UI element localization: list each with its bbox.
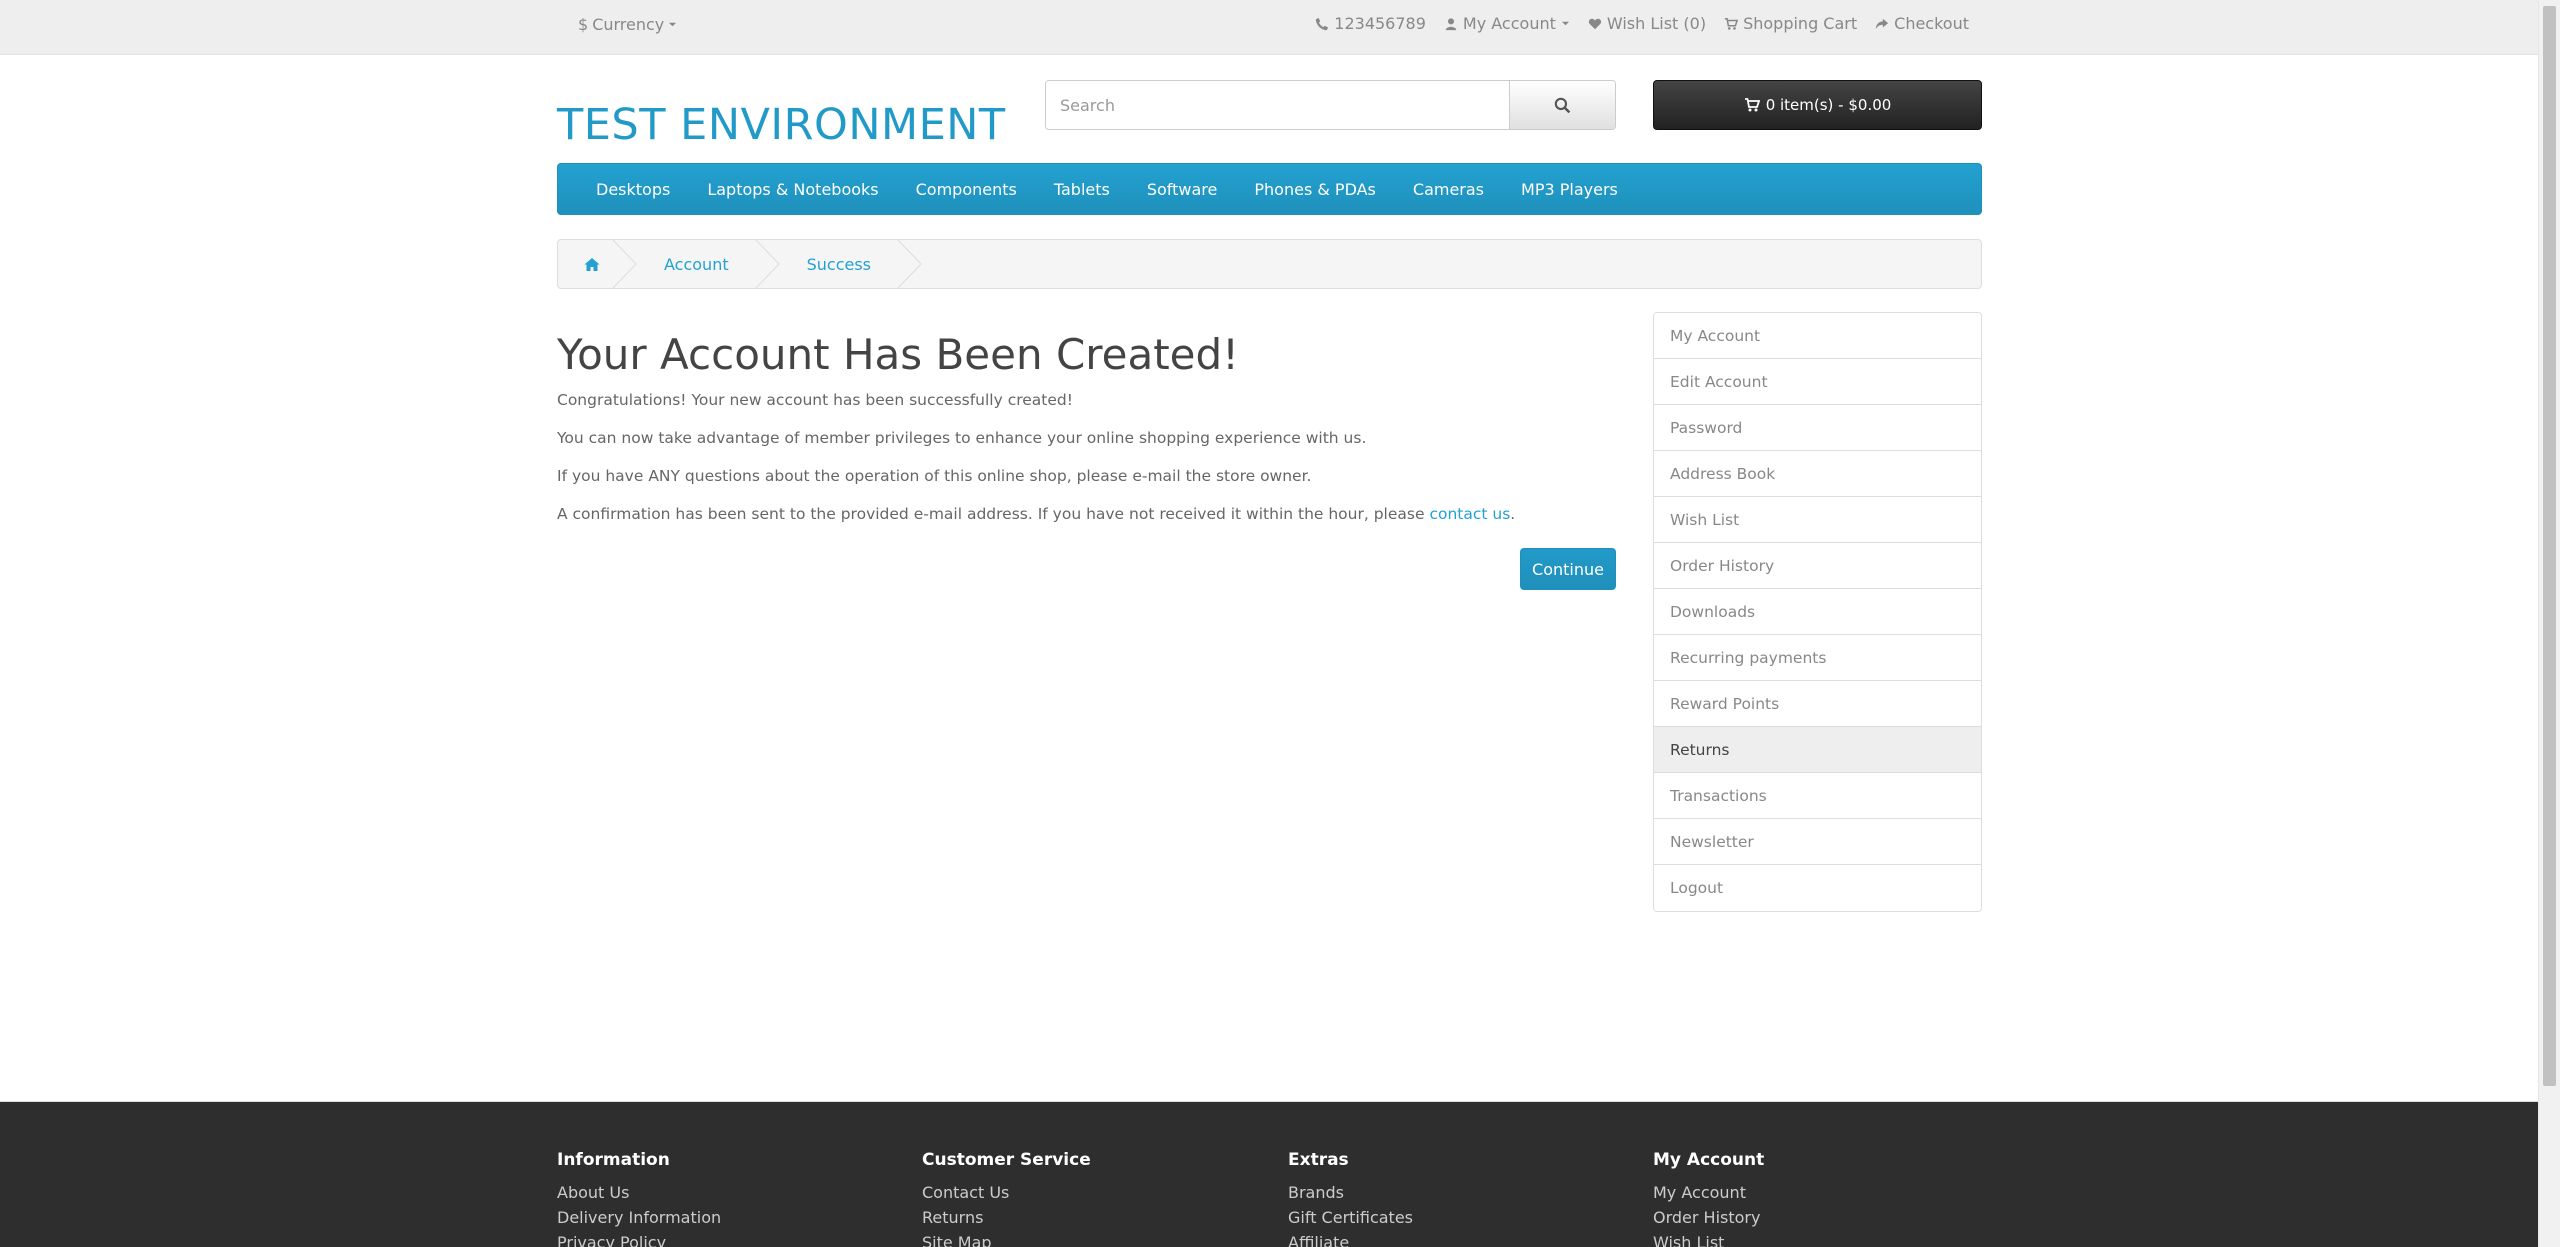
user-icon: [1445, 17, 1457, 30]
footer-link-privacy-policy[interactable]: Privacy Policy: [557, 1234, 857, 1247]
footer-link-my-account[interactable]: My Account: [1653, 1184, 1953, 1202]
sidebar-item-downloads[interactable]: Downloads: [1654, 589, 1981, 635]
search-box: [1045, 80, 1616, 130]
success-message: Congratulations! Your new account has be…: [557, 391, 1073, 409]
page-scrollbar[interactable]: [2538, 0, 2560, 1247]
breadcrumb-separator: [612, 240, 637, 288]
sidebar-item-recurring-payments[interactable]: Recurring payments: [1654, 635, 1981, 681]
menu-item-components[interactable]: Components: [916, 180, 1017, 199]
top-links: 123456789 My Account Wish List (0) Shopp…: [1315, 14, 1969, 33]
menu-item-cameras[interactable]: Cameras: [1413, 180, 1484, 199]
footer-link-order-history[interactable]: Order History: [1653, 1209, 1953, 1227]
breadcrumb-separator: [897, 240, 922, 288]
footer-heading: Information: [557, 1150, 670, 1170]
cart-button[interactable]: 0 item(s) - $0.00: [1653, 80, 1982, 130]
footer-link-about-us[interactable]: About Us: [557, 1184, 857, 1202]
top-bar: $ Currency 123456789 My Account Wish Lis…: [0, 0, 2538, 55]
my-account-label: My Account: [1462, 14, 1556, 33]
sidebar-item-returns[interactable]: Returns: [1654, 727, 1981, 773]
menu-item-phones-pdas[interactable]: Phones & PDAs: [1254, 180, 1376, 199]
menu-item-mp3-players[interactable]: MP3 Players: [1521, 180, 1618, 199]
currency-label: Currency: [592, 15, 665, 34]
sidebar-item-transactions[interactable]: Transactions: [1654, 773, 1981, 819]
breadcrumb-separator: [755, 240, 780, 288]
search-icon: [1554, 97, 1571, 113]
shopping-cart-link[interactable]: Shopping Cart: [1724, 14, 1857, 33]
store-logo[interactable]: TEST ENVIRONMENT: [557, 100, 1006, 150]
footer-link-brands[interactable]: Brands: [1288, 1184, 1588, 1202]
sidebar-item-edit-account[interactable]: Edit Account: [1654, 359, 1981, 405]
phone-icon: [1316, 17, 1329, 30]
my-account-dropdown[interactable]: My Account: [1444, 14, 1570, 33]
sidebar-item-password[interactable]: Password: [1654, 405, 1981, 451]
footer-column-customer-service: Customer Service Contact Us Returns Site…: [922, 1150, 1222, 1247]
caret-down-icon: [1561, 21, 1569, 26]
scrollbar-thumb[interactable]: [2543, 6, 2556, 1086]
privileges-message: You can now take advantage of member pri…: [557, 429, 1367, 447]
footer-link-site-map[interactable]: Site Map: [922, 1234, 1222, 1247]
menu-item-laptops-notebooks[interactable]: Laptops & Notebooks: [707, 180, 878, 199]
footer-link-contact-us[interactable]: Contact Us: [922, 1184, 1222, 1202]
sidebar-item-newsletter[interactable]: Newsletter: [1654, 819, 1981, 865]
questions-message: If you have ANY questions about the oper…: [557, 467, 1312, 485]
breadcrumb-home[interactable]: [558, 240, 612, 288]
menu-item-tablets[interactable]: Tablets: [1054, 180, 1110, 199]
confirmation-text: A confirmation has been sent to the prov…: [557, 505, 1430, 523]
currency-dropdown[interactable]: $ Currency: [578, 15, 677, 34]
continue-button[interactable]: Continue: [1520, 548, 1616, 590]
phone-link[interactable]: 123456789: [1315, 14, 1426, 33]
breadcrumb-account[interactable]: Account: [638, 240, 755, 288]
footer-column-my-account: My Account My Account Order History Wish…: [1653, 1150, 1953, 1247]
top-bar-inner: $ Currency 123456789 My Account Wish Lis…: [557, 0, 1981, 55]
sidebar-item-my-account[interactable]: My Account: [1654, 313, 1981, 359]
footer-link-wish-list[interactable]: Wish List: [1653, 1234, 1953, 1247]
breadcrumb: Account Success: [557, 239, 1982, 289]
home-icon: [584, 257, 600, 271]
contact-us-link[interactable]: contact us: [1429, 505, 1510, 523]
sidebar-item-reward-points[interactable]: Reward Points: [1654, 681, 1981, 727]
footer-link-delivery-information[interactable]: Delivery Information: [557, 1209, 857, 1227]
caret-down-icon: [669, 22, 677, 27]
checkout-label: Checkout: [1894, 14, 1969, 33]
main-menu: Desktops Laptops & Notebooks Components …: [557, 163, 1982, 215]
footer-heading: Extras: [1288, 1150, 1349, 1170]
footer-link-gift-certificates[interactable]: Gift Certificates: [1288, 1209, 1588, 1227]
confirmation-message: A confirmation has been sent to the prov…: [557, 505, 1617, 524]
footer-link-returns[interactable]: Returns: [922, 1209, 1222, 1227]
account-sidebar: My Account Edit Account Password Address…: [1653, 312, 1982, 912]
wish-list-link[interactable]: Wish List (0): [1588, 14, 1706, 33]
sidebar-item-logout[interactable]: Logout: [1654, 865, 1981, 911]
footer-column-extras: Extras Brands Gift Certificates Affiliat…: [1288, 1150, 1588, 1247]
footer-heading: Customer Service: [922, 1150, 1091, 1170]
breadcrumb-success[interactable]: Success: [781, 240, 897, 288]
share-icon: [1876, 18, 1889, 29]
confirmation-suffix: .: [1510, 505, 1516, 523]
search-input[interactable]: [1046, 81, 1509, 129]
cart-icon: [1724, 17, 1739, 30]
phone-number: 123456789: [1334, 14, 1426, 33]
sidebar-item-wish-list[interactable]: Wish List: [1654, 497, 1981, 543]
cart-icon: [1744, 98, 1760, 112]
checkout-link[interactable]: Checkout: [1875, 14, 1969, 33]
wish-list-label: Wish List (0): [1606, 14, 1707, 33]
footer-heading: My Account: [1653, 1150, 1765, 1170]
heart-icon: [1588, 18, 1602, 29]
shopping-cart-label: Shopping Cart: [1743, 14, 1858, 33]
menu-item-desktops[interactable]: Desktops: [596, 180, 670, 199]
search-button[interactable]: [1509, 81, 1615, 129]
menu-item-software[interactable]: Software: [1147, 180, 1218, 199]
footer-column-information: Information About Us Delivery Informatio…: [557, 1150, 857, 1247]
footer: Information About Us Delivery Informatio…: [0, 1101, 2538, 1247]
page-title: Your Account Has Been Created!: [557, 330, 1240, 379]
sidebar-item-order-history[interactable]: Order History: [1654, 543, 1981, 589]
footer-link-affiliate[interactable]: Affiliate: [1288, 1234, 1588, 1247]
sidebar-item-address-book[interactable]: Address Book: [1654, 451, 1981, 497]
cart-total: 0 item(s) - $0.00: [1765, 96, 1892, 114]
main-content: Your Account Has Been Created! Congratul…: [557, 330, 1617, 543]
dollar-icon: $: [578, 15, 589, 34]
